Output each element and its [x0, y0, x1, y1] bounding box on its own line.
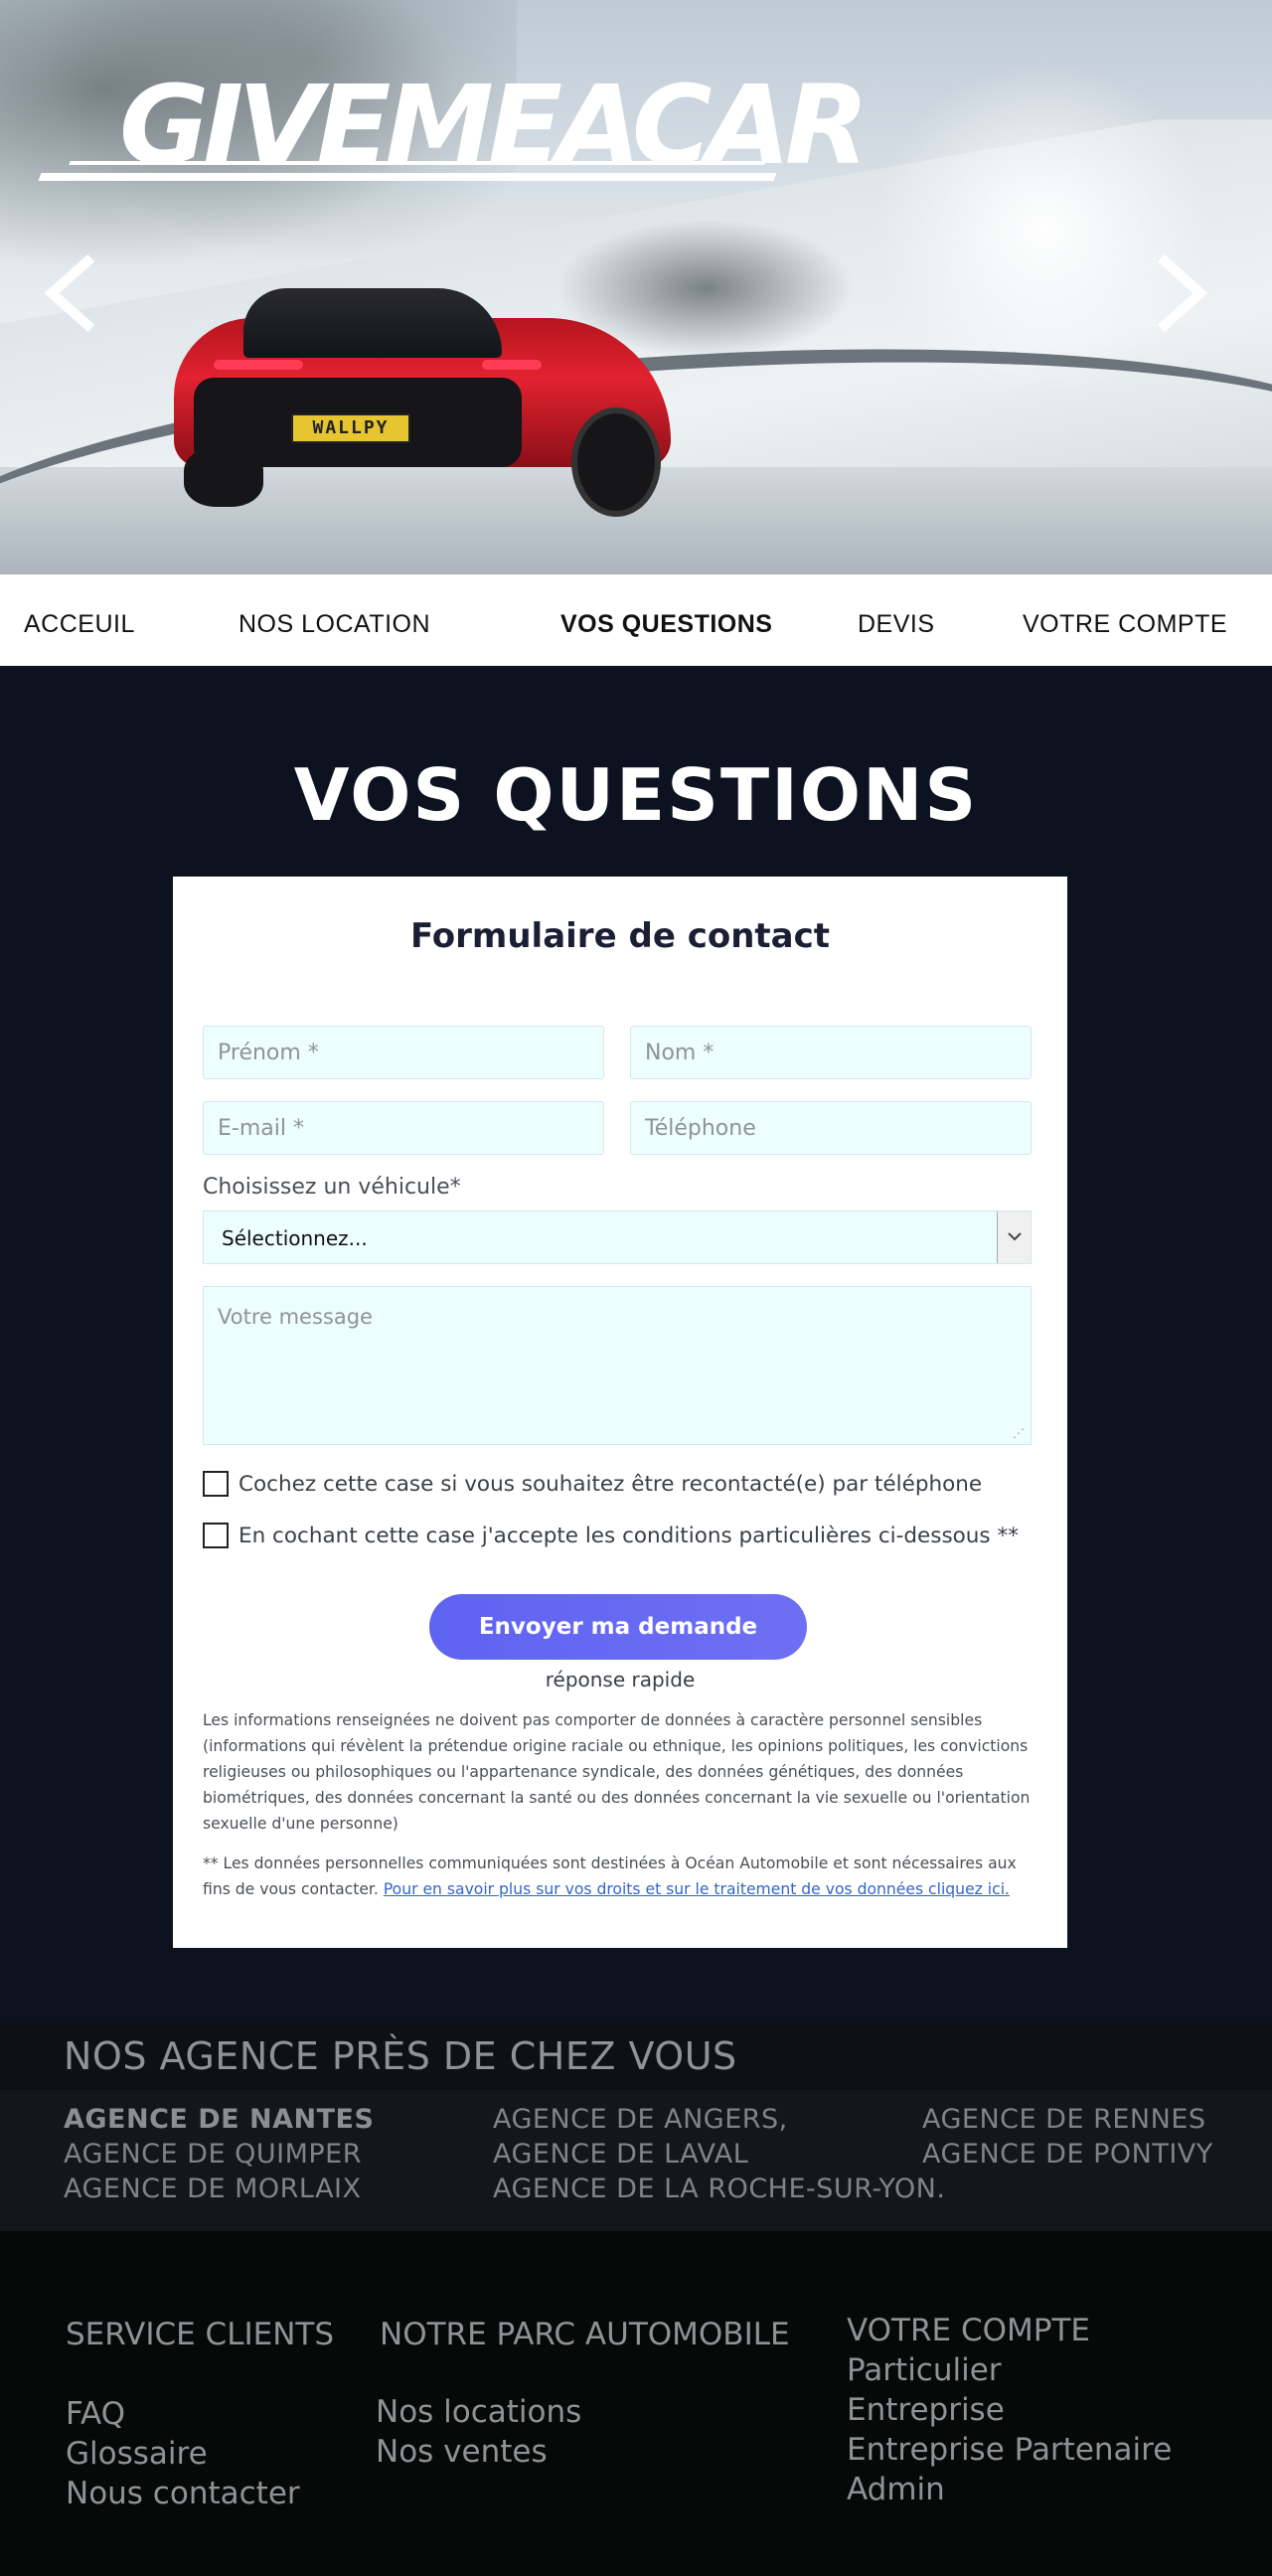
agency-link[interactable]: AGENCE DE LA ROCHE-SUR-YON.: [493, 2174, 945, 2204]
callback-checkbox-label: Cochez cette case si vous souhaitez être…: [238, 1471, 983, 1497]
nav-item-devis[interactable]: DEVIS: [858, 574, 935, 666]
agencies-header: NOS AGENCE PRÈS DE CHEZ VOUS: [0, 2022, 1272, 2090]
nav-item-votre-compte[interactable]: VOTRE COMPTE: [1023, 574, 1227, 666]
chevron-right-icon: [1157, 253, 1208, 333]
lastname-field[interactable]: Nom *: [630, 1026, 1032, 1079]
callback-checkbox-row: Cochez cette case si vous souhaitez être…: [203, 1469, 982, 1499]
dropdown-button[interactable]: [997, 1211, 1031, 1263]
agency-link[interactable]: AGENCE DE ANGERS,: [493, 2104, 788, 2135]
footer-service-title: SERVICE CLIENTS: [66, 2317, 334, 2352]
page-title: VOS QUESTIONS: [293, 753, 979, 837]
carousel-next-button[interactable]: [1153, 253, 1212, 333]
main-navigation: ACCEUIL NOS LOCATION VOS QUESTIONS DEVIS…: [0, 574, 1272, 666]
nav-item-acceuil[interactable]: ACCEUIL: [24, 574, 135, 666]
accept-checkbox[interactable]: [203, 1523, 229, 1548]
site-logo[interactable]: GIVEMEACAR: [38, 56, 869, 195]
submit-button[interactable]: Envoyer ma demande: [429, 1594, 807, 1660]
footer-link-particulier[interactable]: Particulier: [847, 2352, 1002, 2388]
quick-response-text: réponse rapide: [545, 1668, 696, 1691]
personal-data-notice: ** Les données personnelles communiquées…: [203, 1851, 1039, 1902]
agency-link[interactable]: AGENCE DE NANTES: [64, 2104, 374, 2135]
agency-link[interactable]: AGENCE DE MORLAIX: [64, 2174, 362, 2204]
footer-link-entreprise-partenaire[interactable]: Entreprise Partenaire: [847, 2432, 1172, 2468]
agency-link[interactable]: AGENCE DE LAVAL: [493, 2139, 748, 2170]
agency-link[interactable]: AGENCE DE PONTIVY: [922, 2139, 1213, 2170]
nav-item-nos-location[interactable]: NOS LOCATION: [238, 574, 430, 666]
nav-item-vos-questions[interactable]: VOS QUESTIONS: [560, 574, 772, 666]
hero-banner: WALLPY GIVEMEACAR: [0, 0, 1272, 574]
footer-link-faq[interactable]: FAQ: [66, 2396, 125, 2432]
carousel-prev-button[interactable]: [40, 253, 99, 333]
footer-link-admin[interactable]: Admin: [847, 2472, 945, 2507]
message-placeholder: Votre message: [218, 1305, 373, 1329]
footer-link-locations[interactable]: Nos locations: [376, 2394, 581, 2430]
hero-car-image: WALLPY: [164, 278, 681, 517]
email-field[interactable]: E-mail *: [203, 1101, 604, 1155]
agencies-section: NOS AGENCE PRÈS DE CHEZ VOUS AGENCE DE N…: [0, 2022, 1272, 2231]
firstname-field[interactable]: Prénom *: [203, 1026, 604, 1079]
accept-checkbox-row: En cochant cette case j'accepte les cond…: [203, 1521, 1019, 1550]
resize-grip-icon[interactable]: ⋰: [1013, 1426, 1025, 1440]
form-title: Formulaire de contact: [409, 916, 831, 956]
agencies-title: NOS AGENCE PRÈS DE CHEZ VOUS: [64, 2034, 737, 2078]
vehicle-select[interactable]: Sélectionnez...: [203, 1210, 1032, 1264]
agency-link[interactable]: AGENCE DE QUIMPER: [64, 2139, 362, 2170]
footer-account-title: VOTRE COMPTE: [847, 2313, 1090, 2348]
footer-link-entreprise[interactable]: Entreprise: [847, 2392, 1005, 2428]
main-content: VOS QUESTIONS Formulaire de contact Prén…: [0, 666, 1272, 2022]
chevron-down-icon: [1007, 1232, 1022, 1241]
footer-link-contact[interactable]: Nous contacter: [66, 2476, 300, 2511]
agency-link[interactable]: AGENCE DE RENNES: [922, 2104, 1206, 2135]
footer-parc-title: NOTRE PARC AUTOMOBILE: [380, 2317, 790, 2352]
logo-text: GIVEMEACAR: [119, 62, 869, 189]
sensitive-data-notice: Les informations renseignées ne doivent …: [203, 1711, 1031, 1833]
site-footer: SERVICE CLIENTS FAQ Glossaire Nous conta…: [0, 2231, 1272, 2576]
footer-link-glossaire[interactable]: Glossaire: [66, 2436, 208, 2472]
sun-glow: [874, 60, 1212, 398]
contact-form: Formulaire de contact Prénom * Nom * E-m…: [173, 877, 1067, 1948]
license-plate: WALLPY: [291, 413, 410, 443]
rights-link[interactable]: Pour en savoir plus sur vos droits et su…: [384, 1880, 1010, 1898]
footer-link-ventes[interactable]: Nos ventes: [376, 2434, 548, 2470]
message-textarea[interactable]: Votre message ⋰: [203, 1286, 1032, 1445]
callback-checkbox[interactable]: [203, 1471, 229, 1497]
vehicle-select-value: Sélectionnez...: [222, 1226, 368, 1250]
chevron-left-icon: [44, 253, 95, 333]
phone-field[interactable]: Téléphone: [630, 1101, 1032, 1155]
vehicle-select-label: Choisissez un véhicule*: [203, 1175, 461, 1200]
accept-checkbox-label: En cochant cette case j'accepte les cond…: [238, 1523, 1019, 1548]
